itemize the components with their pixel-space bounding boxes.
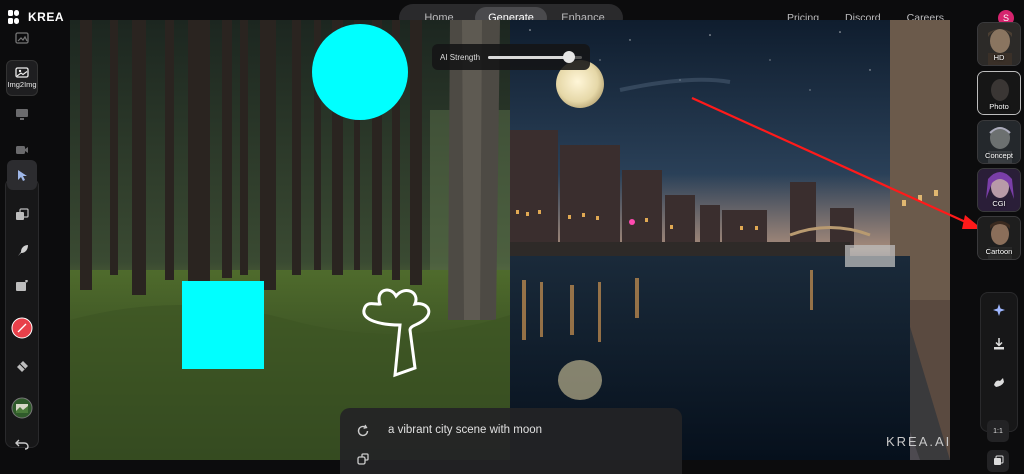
undo-icon — [15, 438, 29, 450]
ai-strength-thumb[interactable] — [562, 50, 575, 63]
shuffle-icon[interactable] — [356, 452, 370, 466]
sparkle-icon — [992, 303, 1006, 322]
regenerate-icon[interactable] — [356, 424, 370, 438]
download-button[interactable] — [989, 336, 1009, 356]
layers-icon — [15, 207, 29, 221]
color-swatch-icon — [11, 317, 33, 339]
style-concept-label: Concept — [985, 151, 1013, 160]
left-toolbar: Img2Img — [0, 20, 44, 474]
download-icon — [992, 337, 1006, 356]
monitor-icon — [15, 108, 29, 121]
video-camera-icon — [15, 145, 29, 155]
select-tool[interactable] — [7, 160, 37, 190]
shapes-tool[interactable] — [6, 198, 38, 230]
image-text-icon — [15, 32, 29, 44]
background-tool[interactable] — [6, 392, 38, 424]
cyan-circle-shape — [312, 24, 408, 120]
img2img-label: Img2Img — [7, 80, 37, 89]
color-picker[interactable] — [6, 312, 38, 344]
landscape-thumb-icon — [11, 397, 33, 419]
text2img-tool[interactable] — [6, 22, 38, 54]
style-cgi[interactable]: CGI — [977, 168, 1021, 212]
style-photo-label: Photo — [989, 102, 1009, 111]
style-cartoon[interactable]: Cartoon — [977, 216, 1021, 260]
undo-button[interactable] — [6, 428, 38, 460]
style-photo[interactable]: Photo — [977, 71, 1021, 115]
ai-strength-track[interactable] — [488, 50, 582, 63]
image-icon — [15, 67, 29, 78]
generated-image — [510, 20, 950, 460]
style-hd-label: HD — [993, 53, 1005, 62]
watermark: KREA.AI — [886, 434, 952, 449]
prompt-input[interactable]: a vibrant city scene with moon — [388, 424, 542, 436]
style-cgi-label: CGI — [992, 199, 1006, 208]
pen-tool[interactable] — [6, 234, 38, 266]
cat-pose-icon — [992, 375, 1006, 394]
eraser-icon — [16, 360, 29, 373]
upload-image-tool[interactable] — [6, 270, 38, 302]
city-night-scene — [510, 20, 950, 460]
screen-tool[interactable] — [6, 98, 38, 130]
img2img-tool[interactable]: Img2Img — [6, 60, 38, 96]
cursor-arrow-icon — [16, 169, 28, 182]
stack-icon — [993, 455, 1004, 468]
ai-strength-fill — [488, 55, 569, 59]
image-add-icon — [15, 280, 29, 292]
sketch-canvas[interactable] — [70, 20, 510, 460]
style-panel: HD Photo Concept CGI Cartoon 1:1 — [975, 20, 1024, 474]
feather-icon — [16, 244, 29, 257]
style-concept[interactable]: Concept — [977, 120, 1021, 164]
forest-scene — [70, 20, 510, 460]
layers-button[interactable] — [987, 450, 1009, 472]
eraser-tool[interactable] — [6, 350, 38, 382]
style-cartoon-label: Cartoon — [985, 247, 1013, 256]
cyan-square-shape — [182, 281, 264, 369]
style-hd[interactable]: HD — [977, 22, 1021, 66]
prompt-box: a vibrant city scene with moon — [340, 408, 682, 474]
enhance-button[interactable] — [989, 302, 1009, 322]
aspect-ratio-button[interactable]: 1:1 — [987, 420, 1009, 442]
ai-strength-label: AI Strength — [440, 52, 481, 62]
add-to-canvas-button[interactable] — [989, 374, 1009, 394]
ai-strength-slider[interactable]: AI Strength — [432, 44, 590, 70]
